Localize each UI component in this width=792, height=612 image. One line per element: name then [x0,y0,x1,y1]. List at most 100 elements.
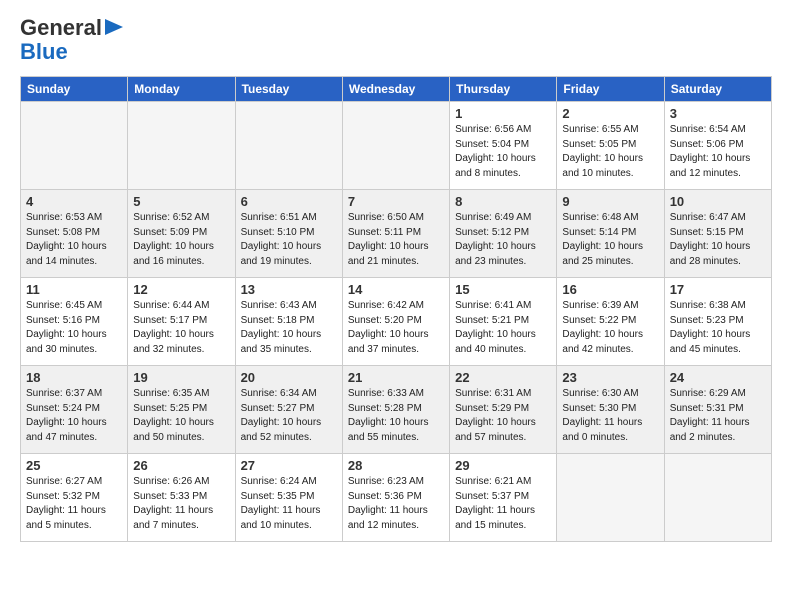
day-number: 7 [348,194,444,209]
day-detail: Sunrise: 6:23 AM Sunset: 5:36 PM Dayligh… [348,475,444,533]
day-detail: Sunrise: 6:45 AM Sunset: 5:16 PM Dayligh… [26,299,122,357]
calendar-cell: 2 Sunrise: 6:55 AM Sunset: 5:05 PM Daylig… [557,102,664,190]
calendar-week-row: 4 Sunrise: 6:53 AM Sunset: 5:08 PM Daylig… [21,190,772,278]
calendar-cell: 20 Sunrise: 6:34 AM Sunset: 5:27 PM Dayli… [235,366,342,454]
page-header: General Blue [20,16,772,64]
day-number: 21 [348,370,444,385]
calendar-cell: 19 Sunrise: 6:35 AM Sunset: 5:25 PM Dayli… [128,366,235,454]
day-detail: Sunrise: 6:55 AM Sunset: 5:05 PM Dayligh… [562,123,658,181]
day-detail: Sunrise: 6:26 AM Sunset: 5:33 PM Dayligh… [133,475,229,533]
calendar-cell: 4 Sunrise: 6:53 AM Sunset: 5:08 PM Daylig… [21,190,128,278]
day-detail: Sunrise: 6:43 AM Sunset: 5:18 PM Dayligh… [241,299,337,357]
calendar-cell: 16 Sunrise: 6:39 AM Sunset: 5:22 PM Dayli… [557,278,664,366]
day-detail: Sunrise: 6:42 AM Sunset: 5:20 PM Dayligh… [348,299,444,357]
calendar-cell [342,102,449,190]
day-number: 23 [562,370,658,385]
calendar-cell [235,102,342,190]
day-number: 25 [26,458,122,473]
calendar-cell [128,102,235,190]
logo-arrow-icon [105,19,123,35]
calendar-cell: 25 Sunrise: 6:27 AM Sunset: 5:32 PM Dayli… [21,454,128,542]
day-detail: Sunrise: 6:31 AM Sunset: 5:29 PM Dayligh… [455,387,551,445]
day-number: 27 [241,458,337,473]
col-header-saturday: Saturday [664,77,771,102]
day-detail: Sunrise: 6:24 AM Sunset: 5:35 PM Dayligh… [241,475,337,533]
day-detail: Sunrise: 6:34 AM Sunset: 5:27 PM Dayligh… [241,387,337,445]
calendar-cell: 29 Sunrise: 6:21 AM Sunset: 5:37 PM Dayli… [450,454,557,542]
logo-blue: Blue [20,40,68,64]
calendar-cell: 18Sunrise: 6:37 AM Sunset: 5:24 PM Dayli… [21,366,128,454]
calendar-week-row: 25 Sunrise: 6:27 AM Sunset: 5:32 PM Dayli… [21,454,772,542]
calendar-cell: 23 Sunrise: 6:30 AM Sunset: 5:30 PM Dayli… [557,366,664,454]
col-header-monday: Monday [128,77,235,102]
day-number: 14 [348,282,444,297]
day-number: 24 [670,370,766,385]
day-detail: Sunrise: 6:52 AM Sunset: 5:09 PM Dayligh… [133,211,229,269]
calendar-table: SundayMondayTuesdayWednesdayThursdayFrid… [20,76,772,542]
calendar-week-row: 18Sunrise: 6:37 AM Sunset: 5:24 PM Dayli… [21,366,772,454]
day-detail: Sunrise: 6:50 AM Sunset: 5:11 PM Dayligh… [348,211,444,269]
calendar-cell: 28 Sunrise: 6:23 AM Sunset: 5:36 PM Dayli… [342,454,449,542]
calendar-cell: 5 Sunrise: 6:52 AM Sunset: 5:09 PM Daylig… [128,190,235,278]
col-header-friday: Friday [557,77,664,102]
day-number: 17 [670,282,766,297]
day-number: 8 [455,194,551,209]
day-detail: Sunrise: 6:54 AM Sunset: 5:06 PM Dayligh… [670,123,766,181]
day-detail: Sunrise: 6:38 AM Sunset: 5:23 PM Dayligh… [670,299,766,357]
day-number: 2 [562,106,658,121]
day-number: 29 [455,458,551,473]
col-header-tuesday: Tuesday [235,77,342,102]
day-number: 6 [241,194,337,209]
calendar-cell: 12 Sunrise: 6:44 AM Sunset: 5:17 PM Dayli… [128,278,235,366]
calendar-cell: 14 Sunrise: 6:42 AM Sunset: 5:20 PM Dayli… [342,278,449,366]
day-detail: Sunrise: 6:27 AM Sunset: 5:32 PM Dayligh… [26,475,122,533]
calendar-cell: 24 Sunrise: 6:29 AM Sunset: 5:31 PM Dayli… [664,366,771,454]
day-number: 11 [26,282,122,297]
page-container: General Blue SundayMondayTuesdayWednesda… [0,0,792,558]
calendar-cell: 15Sunrise: 6:41 AM Sunset: 5:21 PM Dayli… [450,278,557,366]
day-detail: Sunrise: 6:29 AM Sunset: 5:31 PM Dayligh… [670,387,766,445]
calendar-cell: 27 Sunrise: 6:24 AM Sunset: 5:35 PM Dayli… [235,454,342,542]
day-number: 13 [241,282,337,297]
col-header-thursday: Thursday [450,77,557,102]
day-number: 3 [670,106,766,121]
calendar-cell: 6Sunrise: 6:51 AM Sunset: 5:10 PM Daylig… [235,190,342,278]
day-number: 9 [562,194,658,209]
day-detail: Sunrise: 6:21 AM Sunset: 5:37 PM Dayligh… [455,475,551,533]
calendar-week-row: 1Sunrise: 6:56 AM Sunset: 5:04 PM Daylig… [21,102,772,190]
day-detail: Sunrise: 6:53 AM Sunset: 5:08 PM Dayligh… [26,211,122,269]
day-detail: Sunrise: 6:30 AM Sunset: 5:30 PM Dayligh… [562,387,658,445]
day-detail: Sunrise: 6:39 AM Sunset: 5:22 PM Dayligh… [562,299,658,357]
day-number: 10 [670,194,766,209]
day-number: 15 [455,282,551,297]
day-number: 16 [562,282,658,297]
day-number: 28 [348,458,444,473]
day-number: 22 [455,370,551,385]
logo: General Blue [20,16,123,64]
col-header-wednesday: Wednesday [342,77,449,102]
calendar-cell: 7 Sunrise: 6:50 AM Sunset: 5:11 PM Daylig… [342,190,449,278]
col-header-sunday: Sunday [21,77,128,102]
calendar-header-row: SundayMondayTuesdayWednesdayThursdayFrid… [21,77,772,102]
day-number: 5 [133,194,229,209]
logo-general: General [20,16,102,40]
calendar-cell: 1Sunrise: 6:56 AM Sunset: 5:04 PM Daylig… [450,102,557,190]
day-detail: Sunrise: 6:33 AM Sunset: 5:28 PM Dayligh… [348,387,444,445]
day-number: 20 [241,370,337,385]
day-number: 19 [133,370,229,385]
day-number: 4 [26,194,122,209]
day-number: 26 [133,458,229,473]
day-detail: Sunrise: 6:56 AM Sunset: 5:04 PM Dayligh… [455,123,551,181]
day-detail: Sunrise: 6:49 AM Sunset: 5:12 PM Dayligh… [455,211,551,269]
calendar-week-row: 11 Sunrise: 6:45 AM Sunset: 5:16 PM Dayli… [21,278,772,366]
calendar-cell [21,102,128,190]
calendar-cell [557,454,664,542]
calendar-cell: 13 Sunrise: 6:43 AM Sunset: 5:18 PM Dayli… [235,278,342,366]
day-detail: Sunrise: 6:44 AM Sunset: 5:17 PM Dayligh… [133,299,229,357]
day-detail: Sunrise: 6:48 AM Sunset: 5:14 PM Dayligh… [562,211,658,269]
calendar-cell: 10 Sunrise: 6:47 AM Sunset: 5:15 PM Dayli… [664,190,771,278]
day-detail: Sunrise: 6:47 AM Sunset: 5:15 PM Dayligh… [670,211,766,269]
day-detail: Sunrise: 6:37 AM Sunset: 5:24 PM Dayligh… [26,387,122,445]
day-number: 12 [133,282,229,297]
day-detail: Sunrise: 6:35 AM Sunset: 5:25 PM Dayligh… [133,387,229,445]
